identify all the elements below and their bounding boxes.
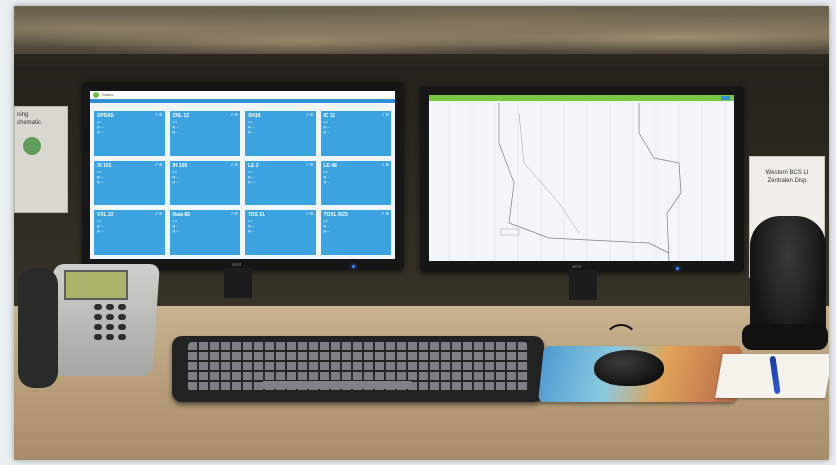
mouse[interactable] [594, 350, 664, 386]
dashboard-toolbar [90, 99, 395, 103]
right-monitor: acer [420, 86, 744, 272]
keyboard[interactable] [172, 336, 544, 402]
status-tile[interactable]: ↗ ⚙ VXL 22 ● 0 ▤ — ▤ — [94, 210, 165, 255]
tile-action-icon[interactable]: ↗ ⚙ [305, 113, 313, 117]
tile-line: ▤ — [172, 179, 180, 184]
poster-logo-icon [23, 137, 41, 155]
tile-line: ▤ — [323, 179, 331, 184]
status-tile[interactable]: ↗ ⚙ LE 2 ● 0 ▤ — ▤ — [245, 160, 316, 206]
trace-line-2 [638, 103, 682, 261]
right-screen [429, 95, 734, 261]
tile-title: TOXL 9/23 [323, 212, 348, 219]
wall-poster-left: ning chematic [14, 106, 68, 213]
status-tile[interactable]: ↗ ⚙ ZHL 12 ● 0 ▤ — ▤ — [169, 111, 240, 156]
trace-line-3 [518, 112, 580, 234]
status-tile[interactable]: ↗ ⚙ Rala 65 ● 0 ▤ — ▤ — [169, 210, 240, 255]
spacebar[interactable] [262, 381, 412, 389]
tile-action-icon[interactable]: ↗ ⚙ [154, 212, 162, 216]
left-monitor: Status ↗ ⚙ XPDA5 ● 0 ▤ — ▤ — ↗ ⚙ ZHL 12 ● 0 ▤ — ▤… [82, 82, 404, 270]
phone-key[interactable] [94, 304, 102, 310]
phone-key[interactable] [94, 314, 102, 320]
phone-key[interactable] [106, 324, 114, 330]
status-tile[interactable]: ↗ ⚙ TOXL 9/23 ● 0 ▤ — ▤ — [320, 210, 391, 255]
status-tile-grid: ↗ ⚙ XPDA5 ● 0 ▤ — ▤ — ↗ ⚙ ZHL 12 ● 0 ▤ — ▤ — ↗ ⚙ XH… [94, 111, 391, 255]
phone-key[interactable] [118, 334, 126, 340]
tile-title: VXL 22 [97, 212, 114, 219]
graph-header-button[interactable] [721, 96, 730, 100]
tile-action-icon[interactable]: ↗ ⚙ [230, 212, 238, 216]
phone-key[interactable] [118, 314, 126, 320]
phone-display [64, 270, 128, 300]
poster-left-text: ning chematic [17, 112, 42, 126]
tile-action-icon[interactable]: ↗ ⚙ [305, 212, 313, 216]
phone-key[interactable] [106, 314, 114, 320]
tile-title: Rala 65 [172, 212, 191, 219]
tile-line: ▤ — [172, 130, 180, 134]
tile-title: IH 105 [172, 162, 188, 169]
graph-header-bar [429, 95, 734, 101]
phone-key[interactable] [118, 324, 126, 330]
status-tile[interactable]: ↗ ⚙ IC 11 ● 0 ▤ — ▤ — [320, 111, 391, 156]
phone-handset[interactable] [18, 268, 58, 388]
tile-line: ▤ — [323, 229, 331, 234]
tile-title: ZHL 12 [172, 113, 190, 119]
tile-line: ▤ — [97, 229, 104, 234]
tile-action-icon[interactable]: ↗ ⚙ [381, 162, 389, 167]
phone-key[interactable] [106, 304, 114, 310]
tile-action-icon[interactable]: ↗ ⚙ [305, 162, 313, 167]
annotation-box [500, 228, 520, 236]
tile-action-icon[interactable]: ↗ ⚙ [381, 212, 389, 216]
tile-action-icon[interactable]: ↗ ⚙ [154, 162, 162, 167]
poster-right-text: Western BCS LI Zentralen Disp [765, 170, 809, 184]
status-tile[interactable]: ↗ ⚙ TDS 51 ● 0 ▤ — ▤ — [245, 210, 316, 255]
tile-title: LE 2 [248, 162, 259, 169]
status-tile[interactable]: ↗ ⚙ IH 105 ● 0 ▤ — ▤ — [169, 160, 240, 206]
speaker-base [742, 324, 828, 350]
phone-key[interactable] [106, 334, 114, 340]
seismograph-plot [448, 103, 726, 261]
app-logo-icon [93, 92, 99, 98]
left-monitor-stand [224, 268, 252, 298]
tile-action-icon[interactable]: ↗ ⚙ [381, 113, 389, 117]
phone-display-text [66, 272, 126, 276]
photo-frame: ning chematic Western BCS LI Zentralen D… [14, 6, 829, 460]
tile-line: ▤ — [97, 179, 104, 184]
tile-title: XH16 [248, 113, 261, 119]
power-led-right [676, 267, 679, 270]
tile-line: ▤ — [172, 229, 180, 234]
status-tile[interactable]: ↗ ⚙ XPDA5 ● 0 ▤ — ▤ — [94, 111, 165, 156]
tile-title: XPDA5 [97, 113, 114, 119]
tile-title: TDS 51 [248, 212, 265, 219]
tile-line: ▤ — [248, 130, 255, 134]
app-title: Status [102, 92, 114, 97]
tile-line: ▤ — [97, 130, 104, 134]
tile-line: ▤ — [248, 179, 255, 184]
power-led [352, 265, 355, 268]
status-tile[interactable]: ↗ ⚙ LE 48 ● 0 ▤ — ▤ — [320, 160, 391, 206]
tile-action-icon[interactable]: ↗ ⚙ [230, 113, 238, 117]
phone-key[interactable] [94, 324, 102, 330]
trace-line-1 [498, 103, 670, 254]
left-screen: Status ↗ ⚙ XPDA5 ● 0 ▤ — ▤ — ↗ ⚙ ZHL 12 ● 0 ▤ — ▤… [90, 91, 395, 259]
tile-action-icon[interactable]: ↗ ⚙ [154, 113, 162, 117]
tile-line: ▤ — [323, 130, 331, 134]
status-tile[interactable]: ↗ ⚙ XI 101 ● 0 ▤ — ▤ — [94, 160, 165, 206]
phone-key[interactable] [94, 334, 102, 340]
tile-line: ▤ — [248, 229, 255, 234]
tile-action-icon[interactable]: ↗ ⚙ [230, 162, 238, 167]
tile-title: LE 48 [323, 162, 337, 169]
phone-key[interactable] [118, 304, 126, 310]
tile-title: IC 11 [323, 113, 336, 119]
tile-title: XI 101 [97, 162, 112, 169]
status-tile[interactable]: ↗ ⚙ XH16 ● 0 ▤ — ▤ — [245, 111, 316, 156]
right-monitor-stand [569, 270, 597, 300]
